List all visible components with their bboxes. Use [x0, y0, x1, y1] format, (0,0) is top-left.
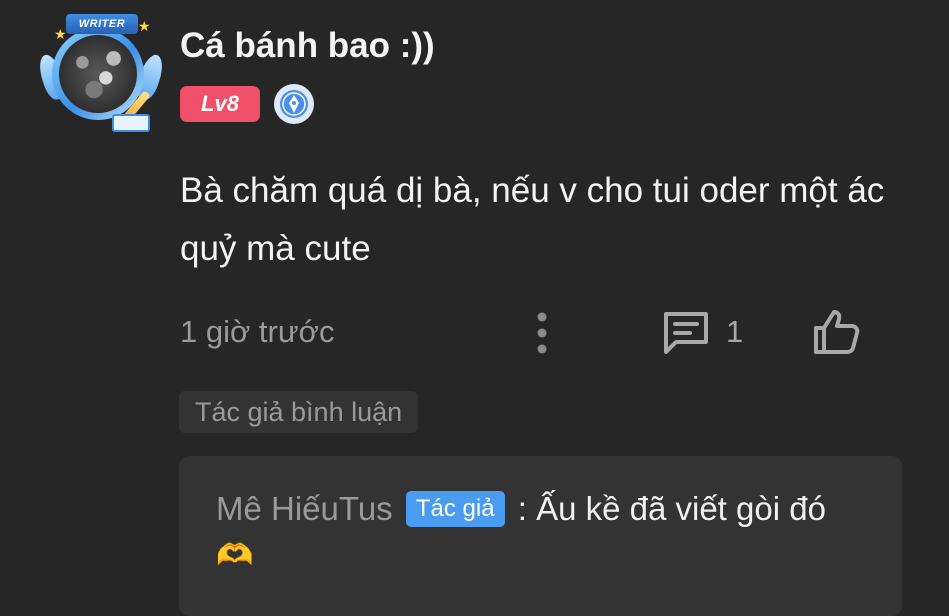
author-comment-tag: Tác giả bình luận	[179, 391, 419, 433]
book-icon	[112, 114, 150, 132]
star-icon: ★	[54, 26, 67, 42]
comment-text: Bà chăm quá dị bà, nếu v cho tui oder mộ…	[180, 171, 885, 268]
reply-text: Ấu kề đã viết gòi đó	[536, 490, 826, 527]
heart-hands-emoji: 🫶	[216, 539, 254, 572]
avatar-frame-banner: WRITER	[66, 14, 138, 34]
author-badge: Tác giả	[405, 491, 505, 527]
avatar-image	[59, 35, 137, 113]
reply-username[interactable]: Mê HiếuTus	[216, 490, 393, 527]
thumbs-up-icon[interactable]	[810, 306, 862, 358]
star-icon: ★	[138, 18, 151, 34]
more-vertical-icon[interactable]	[526, 308, 558, 358]
comment-username[interactable]: Cá bánh bao :))	[180, 26, 435, 66]
avatar[interactable]: WRITER ★ ★	[35, 14, 167, 134]
reply-line: Mê HiếuTus Tác giả : Ấu kề đã viết gòi đ…	[216, 490, 826, 528]
author-pen-icon	[274, 84, 314, 124]
reply-separator: :	[517, 490, 527, 527]
reply-count: 1	[726, 314, 744, 349]
level-badge: Lv8	[180, 86, 260, 122]
reply-panel[interactable]	[179, 456, 902, 616]
reply-comment-icon[interactable]	[660, 308, 712, 356]
comment-timestamp: 1 giờ trước	[180, 314, 335, 349]
